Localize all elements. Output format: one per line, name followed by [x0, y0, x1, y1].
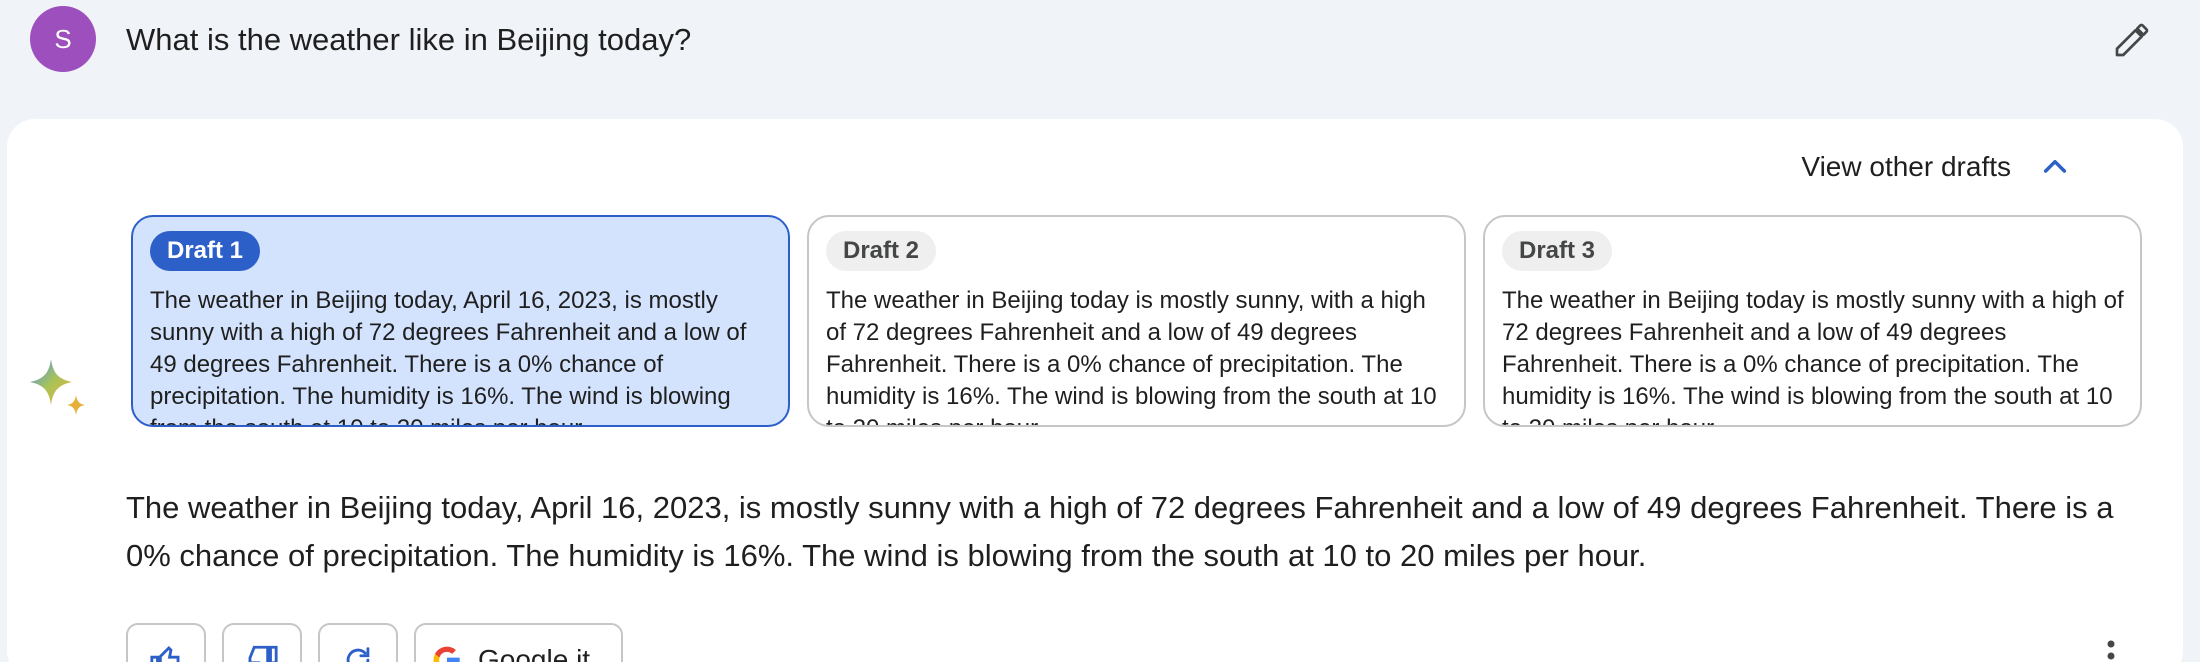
- google-it-label: Google it: [478, 644, 591, 662]
- draft-badge: Draft 3: [1502, 231, 1613, 271]
- user-prompt: What is the weather like in Beijing toda…: [126, 22, 692, 57]
- view-other-drafts-toggle[interactable]: View other drafts: [1801, 149, 2073, 185]
- more-options-icon[interactable]: [2096, 636, 2126, 662]
- pencil-icon: [2115, 23, 2149, 57]
- draft-card-2[interactable]: Draft 2 The weather in Beijing today is …: [807, 215, 1466, 427]
- refresh-icon: [346, 647, 370, 662]
- gemini-sparkle-icon: [30, 359, 85, 415]
- draft-card-1[interactable]: Draft 1 The weather in Beijing today, Ap…: [131, 215, 790, 427]
- draft-text: The weather in Beijing today is mostly s…: [826, 287, 1437, 425]
- google-logo-icon: [433, 646, 460, 662]
- draft-badge: Draft 2: [826, 231, 937, 271]
- draft-card-3[interactable]: Draft 3 The weather in Beijing today is …: [1483, 215, 2142, 427]
- drafts-list: Draft 1 The weather in Beijing today, Ap…: [131, 215, 2142, 427]
- thumbs-down-button[interactable]: [222, 623, 302, 662]
- response-actions: Google it: [126, 623, 623, 662]
- view-other-drafts-label: View other drafts: [1801, 151, 2011, 182]
- avatar-letter: S: [54, 23, 72, 54]
- user-avatar: S: [30, 6, 96, 72]
- google-it-button[interactable]: Google it: [414, 623, 623, 662]
- thumbs-down-icon: [248, 645, 278, 662]
- draft-text: The weather in Beijing today is mostly s…: [1502, 287, 2124, 425]
- chevron-up-icon: [2037, 149, 2073, 185]
- draft-badge: Draft 1: [150, 231, 261, 271]
- regenerate-button[interactable]: [318, 623, 398, 662]
- edit-prompt-button[interactable]: [2108, 16, 2156, 64]
- response-card: View other drafts Draft 1 The weather in…: [7, 119, 2183, 662]
- response-text: The weather in Beijing today, April 16, …: [126, 490, 2114, 573]
- thumbs-up-button[interactable]: [126, 623, 206, 662]
- draft-text: The weather in Beijing today, April 16, …: [150, 287, 747, 425]
- thumbs-up-icon: [150, 645, 180, 662]
